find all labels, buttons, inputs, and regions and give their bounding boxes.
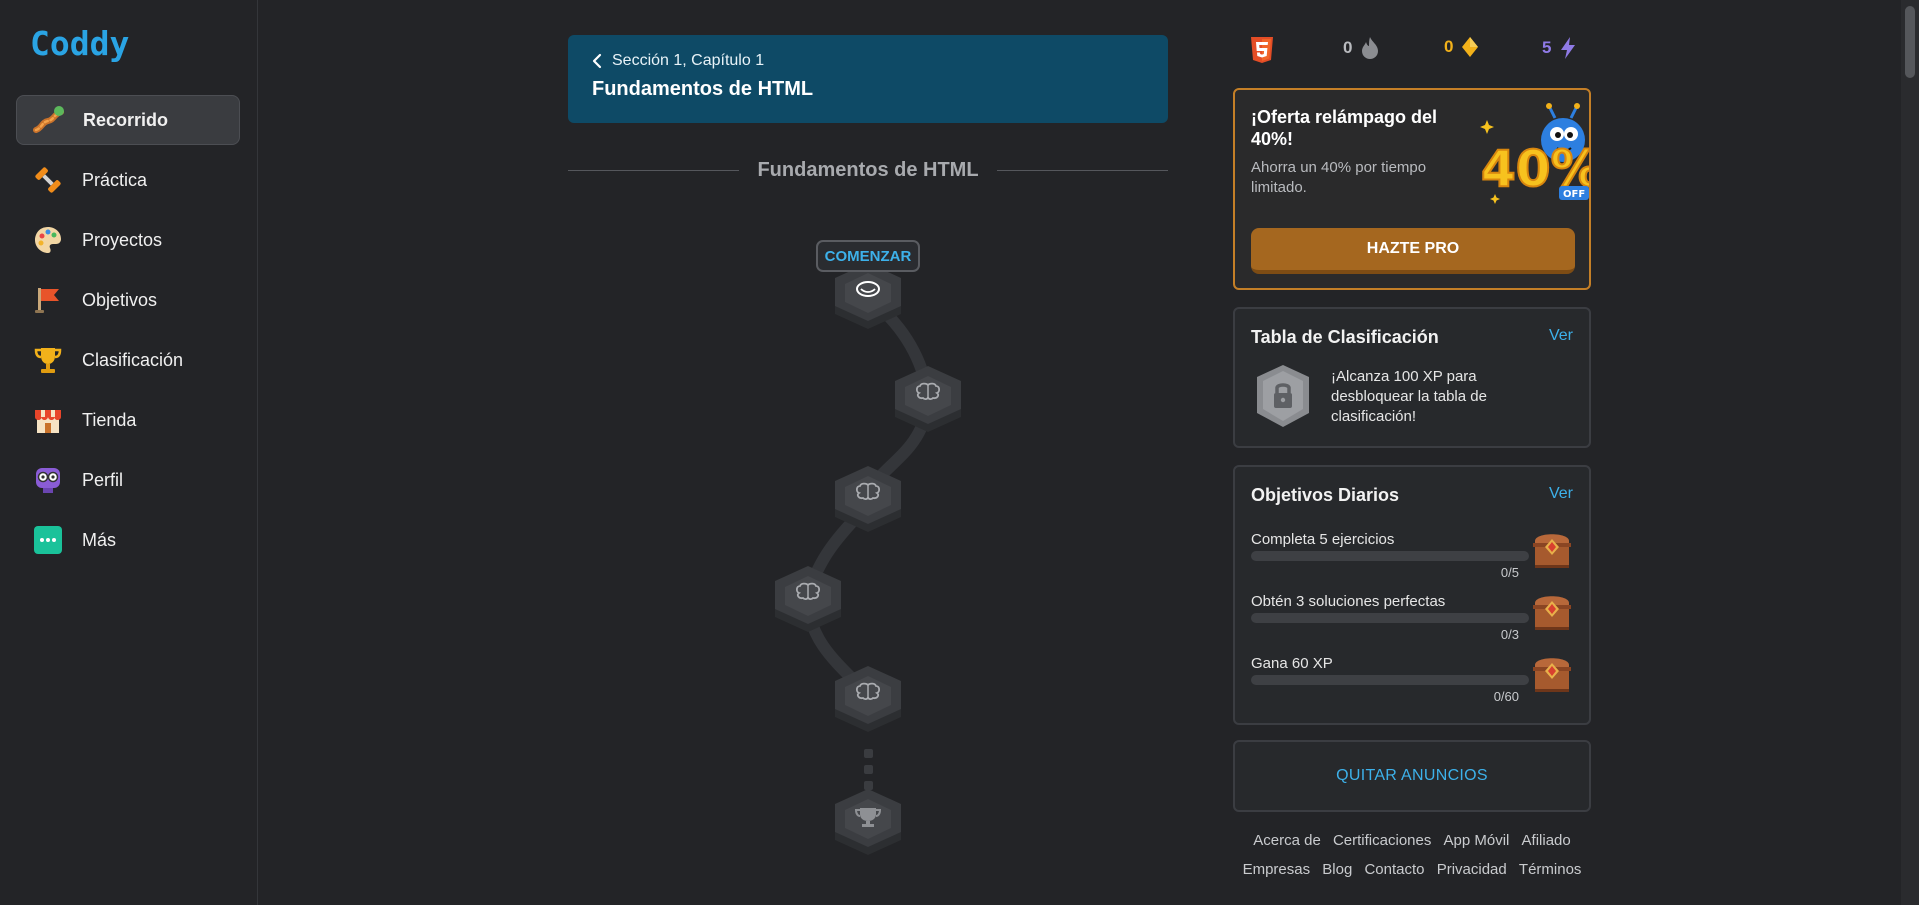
course-selector[interactable] — [1250, 36, 1274, 64]
lesson-node-trophy[interactable] — [835, 789, 901, 855]
chapter-banner: Sección 1, Capítulo 1 Fundamentos de HTM… — [568, 35, 1168, 123]
chapter-back-link[interactable]: Sección 1, Capítulo 1 — [592, 52, 1144, 70]
chevron-left-icon — [592, 53, 602, 69]
leaderboard-card: Tabla de Clasificación Ver ¡Alcanza 100 … — [1233, 307, 1591, 448]
gem-icon — [1462, 37, 1479, 57]
leaderboard-title: Tabla de Clasificación — [1251, 327, 1439, 347]
sidebar-item-objetivos[interactable]: Objetivos — [16, 275, 240, 325]
promo-title: ¡Oferta relámpago del 40%! — [1251, 107, 1438, 149]
sidebar-item-practica[interactable]: Práctica — [16, 155, 240, 205]
daily-goals-view-link[interactable]: Ver — [1549, 485, 1573, 503]
energy-value: 5 — [1542, 38, 1552, 57]
goal-progress-bar — [1251, 613, 1529, 623]
remove-ads-button[interactable]: QUITAR ANUNCIOS — [1233, 740, 1591, 812]
footer-link-acerca[interactable]: Acerca de — [1253, 832, 1321, 849]
sidebar-item-label: Más — [82, 529, 117, 550]
sidebar-item-label: Perfil — [82, 469, 124, 490]
treasure-chest-icon[interactable] — [1531, 651, 1573, 695]
footer-row: Acerca de Certificaciones App Móvil Afil… — [1233, 826, 1591, 855]
footer-link-contacto[interactable]: Contacto — [1364, 861, 1424, 878]
footer-link-blog[interactable]: Blog — [1322, 861, 1352, 878]
footer-link-app-movil[interactable]: App Móvil — [1444, 832, 1510, 849]
lock-shield-icon — [1257, 365, 1309, 427]
sidebar-item-recorrido[interactable]: Recorrido — [16, 95, 240, 145]
goal-item: Obtén 3 soluciones perfectas 0/3 — [1251, 593, 1581, 651]
footer-link-afiliado[interactable]: Afiliado — [1522, 832, 1571, 849]
daily-goals-card: Objetivos Diarios Ver Completa 5 ejercic… — [1233, 465, 1591, 725]
flag-icon — [32, 284, 64, 316]
goal-item: Gana 60 XP 0/60 — [1251, 655, 1581, 713]
lesson-path — [775, 263, 961, 855]
sidebar-item-clasificacion[interactable]: Clasificación — [16, 335, 240, 385]
gems-value: 0 — [1444, 37, 1454, 56]
sidebar-item-proyectos[interactable]: Proyectos — [16, 215, 240, 265]
streak-value: 0 — [1343, 38, 1353, 57]
goal-item: Completa 5 ejercicios 0/5 — [1251, 531, 1581, 589]
start-lesson-tooltip[interactable]: COMENZAR — [816, 240, 920, 272]
footer-link-empresas[interactable]: Empresas — [1243, 861, 1311, 878]
sidebar-item-perfil[interactable]: Perfil — [16, 455, 240, 505]
sidebar-item-label: Objetivos — [82, 289, 158, 310]
html5-icon — [1251, 37, 1273, 63]
daily-goals-title: Objetivos Diarios — [1251, 485, 1400, 505]
sidebar-nav: Recorrido Práctica Proyectos Objetivos C… — [16, 95, 240, 575]
footer-link-terminos[interactable]: Términos — [1519, 861, 1582, 878]
stats-bar: 0 0 5 — [1250, 36, 1590, 66]
sidebar-item-label: Recorrido — [83, 109, 169, 130]
section-title: Fundamentos de HTML — [757, 158, 979, 181]
lightning-icon — [1561, 37, 1576, 59]
chapter-title: Fundamentos de HTML — [592, 78, 814, 100]
goal-progress: 0/60 — [1493, 689, 1519, 704]
promo-description: Ahorra un 40% por tiempo limitado. — [1251, 159, 1427, 196]
avatar-icon — [32, 464, 64, 496]
journey-icon — [33, 104, 65, 136]
remove-ads-label: QUITAR ANUNCIOS — [1336, 767, 1488, 784]
footer-row: Empresas Blog Contacto Privacidad Términ… — [1233, 855, 1591, 884]
dumbbell-icon — [32, 164, 64, 196]
scrollbar-thumb[interactable] — [1905, 6, 1915, 78]
section-divider: Fundamentos de HTML — [568, 158, 1169, 182]
divider-line — [996, 169, 1169, 171]
flame-icon — [1362, 37, 1379, 59]
sidebar-item-label: Clasificación — [82, 349, 184, 370]
sidebar-item-mas[interactable]: Más — [16, 515, 240, 565]
promo-badge-sub: OFF — [1563, 189, 1585, 200]
lesson-node[interactable] — [895, 366, 961, 432]
energy-counter[interactable]: 5 — [1542, 36, 1577, 60]
promo-mascot-badge: 40% OFF — [1480, 103, 1589, 204]
promo-card: ¡Oferta relámpago del 40%! Ahorra un 40%… — [1233, 88, 1591, 290]
divider-line — [568, 169, 740, 171]
sidebar-item-label: Proyectos — [82, 229, 163, 250]
footer-link-certificaciones[interactable]: Certificaciones — [1333, 832, 1431, 849]
trophy-icon — [32, 344, 64, 376]
page-scrollbar[interactable] — [1901, 0, 1919, 905]
more-icon — [32, 524, 64, 556]
go-pro-button[interactable]: HAZTE PRO — [1251, 228, 1575, 274]
footer-link-privacidad[interactable]: Privacidad — [1437, 861, 1507, 878]
sidebar-item-tienda[interactable]: Tienda — [16, 395, 240, 445]
treasure-chest-icon[interactable] — [1531, 527, 1573, 571]
sidebar-item-label: Tienda — [82, 409, 137, 430]
goal-progress-bar — [1251, 551, 1529, 561]
sidebar-item-label: Práctica — [82, 169, 148, 190]
goal-progress-bar — [1251, 675, 1529, 685]
treasure-chest-icon[interactable] — [1531, 589, 1573, 633]
leaderboard-view-link[interactable]: Ver — [1549, 327, 1573, 345]
lesson-node[interactable] — [775, 566, 841, 632]
palette-icon — [32, 224, 64, 256]
coddy-logo[interactable]: Coddy — [30, 24, 129, 63]
goal-progress: 0/3 — [1500, 627, 1519, 642]
goal-progress: 0/5 — [1500, 565, 1519, 580]
sidebar: Coddy Recorrido Práctica Proyectos Objet… — [0, 0, 258, 905]
store-icon — [32, 404, 64, 436]
streak-counter[interactable]: 0 — [1343, 36, 1380, 60]
gems-counter[interactable]: 0 — [1444, 36, 1479, 58]
leaderboard-message: ¡Alcanza 100 XP para desbloquear la tabl… — [1331, 368, 1487, 425]
footer-links: Acerca de Certificaciones App Móvil Afil… — [1233, 826, 1591, 884]
chapter-breadcrumb: Sección 1, Capítulo 1 — [612, 52, 765, 69]
